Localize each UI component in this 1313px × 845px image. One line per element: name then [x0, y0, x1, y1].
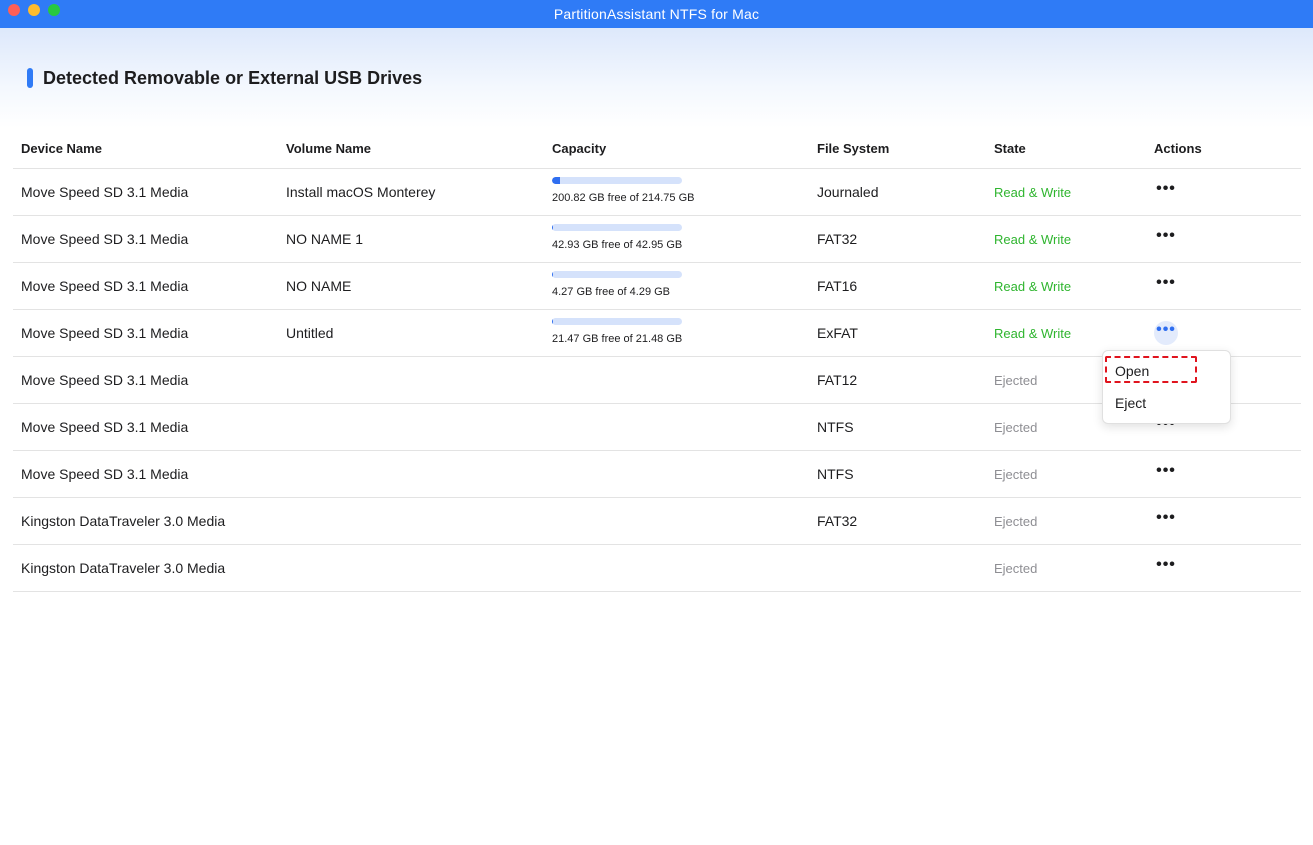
close-window-button[interactable] [8, 4, 20, 16]
window-title: PartitionAssistant NTFS for Mac [553, 6, 760, 22]
capacity-cell: 200.82 GB free of 214.75 GB [552, 177, 694, 204]
state-label: Read & Write [994, 326, 1072, 341]
device-name: Move Speed SD 3.1 Media [21, 278, 189, 294]
capacity-bar [552, 224, 682, 231]
state-label: Read & Write [994, 185, 1072, 200]
volume-name: Untitled [286, 325, 334, 341]
device-name: Kingston DataTraveler 3.0 Media [21, 560, 226, 576]
file-system: ExFAT [817, 325, 858, 341]
header-volume-name: Volume Name [286, 141, 372, 156]
capacity-bar-fill [552, 224, 553, 231]
header-device-name: Device Name [21, 141, 102, 156]
table-row[interactable]: Move Speed SD 3.1 Media NO NAME 1 42.93 GB… [13, 216, 1301, 263]
file-system: NTFS [817, 419, 854, 435]
ellipsis-icon: ••• [1156, 227, 1176, 244]
capacity-bar [552, 318, 682, 325]
state-label: Ejected [994, 467, 1038, 482]
table-row[interactable]: Kingston DataTraveler 3.0 Media FAT32 Ejec… [13, 498, 1301, 545]
state-label: Read & Write [994, 232, 1072, 247]
capacity-bar [552, 177, 682, 184]
window-controls [8, 4, 60, 16]
menu-item-eject[interactable]: Eject [1115, 395, 1146, 411]
device-name: Move Speed SD 3.1 Media [21, 372, 189, 388]
table-header: Device Name Volume Name Capacity File Sy… [13, 128, 1301, 169]
ellipsis-icon: ••• [1156, 462, 1176, 479]
device-name: Move Speed SD 3.1 Media [21, 419, 189, 435]
capacity-text: 4.27 GB free of 4.29 GB [552, 286, 671, 298]
capacity-bar [552, 271, 682, 278]
table-row[interactable]: Kingston DataTraveler 3.0 Media Ejected ••… [13, 545, 1301, 592]
file-system: FAT12 [817, 372, 858, 388]
capacity-bar-fill [552, 271, 553, 278]
device-name: Move Speed SD 3.1 Media [21, 231, 189, 247]
state-label: Ejected [994, 561, 1038, 576]
file-system: Journaled [817, 184, 879, 200]
state-label: Ejected [994, 373, 1038, 388]
zoom-window-button[interactable] [48, 4, 60, 16]
capacity-cell: 4.27 GB free of 4.29 GB [552, 271, 682, 298]
file-system: FAT32 [817, 513, 858, 529]
volume-name: NO NAME 1 [286, 231, 364, 247]
volume-name: NO NAME [286, 278, 352, 294]
state-label: Ejected [994, 420, 1038, 435]
header-actions: Actions [1154, 141, 1202, 156]
state-label: Read & Write [994, 279, 1072, 294]
ellipsis-icon: ••• [1156, 180, 1176, 197]
file-system: NTFS [817, 466, 854, 482]
device-name: Move Speed SD 3.1 Media [21, 466, 189, 482]
more-actions-button[interactable]: ••• [1154, 509, 1178, 533]
device-name: Move Speed SD 3.1 Media [21, 325, 189, 341]
capacity-cell: 42.93 GB free of 42.95 GB [552, 224, 682, 251]
ellipsis-icon: ••• [1156, 556, 1176, 573]
more-actions-button[interactable]: ••• [1154, 227, 1178, 251]
file-system: FAT16 [817, 278, 858, 294]
device-name: Kingston DataTraveler 3.0 Media [21, 513, 226, 529]
ellipsis-icon: ••• [1156, 274, 1176, 291]
section-title: Detected Removable or External USB Drive… [43, 67, 423, 88]
table-row[interactable]: Move Speed SD 3.1 Media NTFS Ejected ••• [13, 451, 1301, 498]
more-actions-button[interactable]: ••• [1154, 556, 1178, 580]
header-file-system: File System [817, 141, 890, 156]
header-state: State [994, 141, 1026, 156]
header-capacity: Capacity [552, 141, 607, 156]
ellipsis-icon: ••• [1156, 509, 1176, 526]
capacity-bar-fill [552, 318, 553, 325]
more-actions-button[interactable]: ••• [1154, 321, 1178, 345]
table-row[interactable]: Move Speed SD 3.1 Media Install macOS Mon… [13, 169, 1301, 216]
more-actions-button[interactable]: ••• [1154, 274, 1178, 298]
capacity-text: 21.47 GB free of 21.48 GB [552, 333, 683, 345]
capacity-text: 42.93 GB free of 42.95 GB [552, 239, 683, 251]
capacity-text: 200.82 GB free of 214.75 GB [552, 192, 695, 204]
volume-name: Install macOS Monterey [286, 184, 436, 200]
table-row[interactable]: Move Speed SD 3.1 Media NO NAME 4.27 GB fr… [13, 263, 1301, 310]
device-name: Move Speed SD 3.1 Media [21, 184, 189, 200]
more-actions-button[interactable]: ••• [1154, 462, 1178, 486]
section-accent-bar [27, 68, 33, 88]
minimize-window-button[interactable] [28, 4, 40, 16]
capacity-cell: 21.47 GB free of 21.48 GB [552, 318, 682, 345]
context-menu: Open Eject [1102, 350, 1231, 424]
menu-item-open[interactable]: Open [1115, 363, 1149, 379]
section-header: Detected Removable or External USB Drive… [27, 67, 422, 89]
capacity-bar-fill [552, 177, 561, 184]
file-system: FAT32 [817, 231, 858, 247]
more-actions-button[interactable]: ••• [1154, 180, 1178, 204]
state-label: Ejected [994, 514, 1038, 529]
ellipsis-icon: ••• [1156, 321, 1176, 338]
title-bar: PartitionAssistant NTFS for Mac [0, 0, 1313, 28]
